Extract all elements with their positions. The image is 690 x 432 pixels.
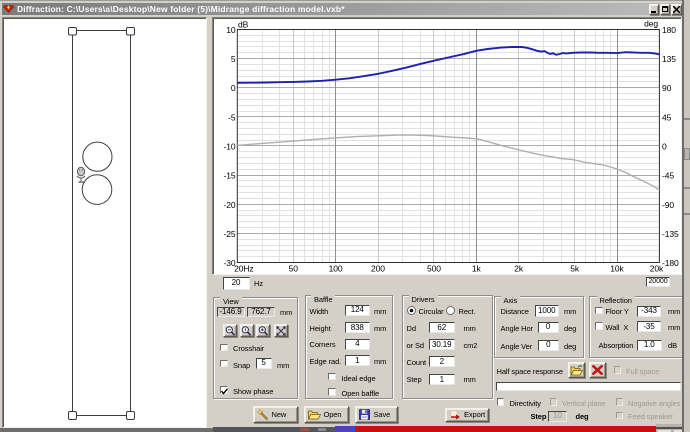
- svg-text:180: 180: [662, 25, 676, 35]
- svg-text:-180: -180: [662, 258, 679, 268]
- svg-text:20Hz: 20Hz: [234, 264, 253, 274]
- svg-text:-135: -135: [662, 229, 679, 239]
- svg-text:dB: dB: [238, 20, 249, 30]
- svg-text:500: 500: [427, 264, 441, 274]
- svg-text:135: 135: [662, 54, 676, 64]
- svg-text:45: 45: [662, 112, 672, 122]
- svg-text:90: 90: [662, 83, 672, 93]
- svg-text:2k: 2k: [514, 264, 524, 274]
- svg-text:200: 200: [371, 264, 385, 274]
- svg-text:-45: -45: [662, 171, 674, 181]
- svg-text:-25: -25: [224, 229, 236, 239]
- svg-text:-10: -10: [224, 142, 236, 152]
- svg-text:10: 10: [226, 25, 236, 35]
- svg-text:50: 50: [289, 264, 299, 274]
- svg-text:1k: 1k: [472, 264, 482, 274]
- svg-text:deg: deg: [644, 19, 658, 29]
- svg-text:5: 5: [231, 54, 236, 64]
- svg-text:10k: 10k: [610, 264, 624, 274]
- svg-text:-15: -15: [224, 171, 236, 181]
- svg-text:0: 0: [662, 142, 667, 152]
- svg-text:20k: 20k: [650, 264, 664, 274]
- svg-text:-5: -5: [228, 112, 236, 122]
- svg-text:-20: -20: [224, 200, 236, 210]
- svg-text:-90: -90: [662, 200, 674, 210]
- svg-text:0: 0: [231, 83, 236, 93]
- svg-text:5k: 5k: [570, 264, 580, 274]
- svg-text:100: 100: [329, 264, 343, 274]
